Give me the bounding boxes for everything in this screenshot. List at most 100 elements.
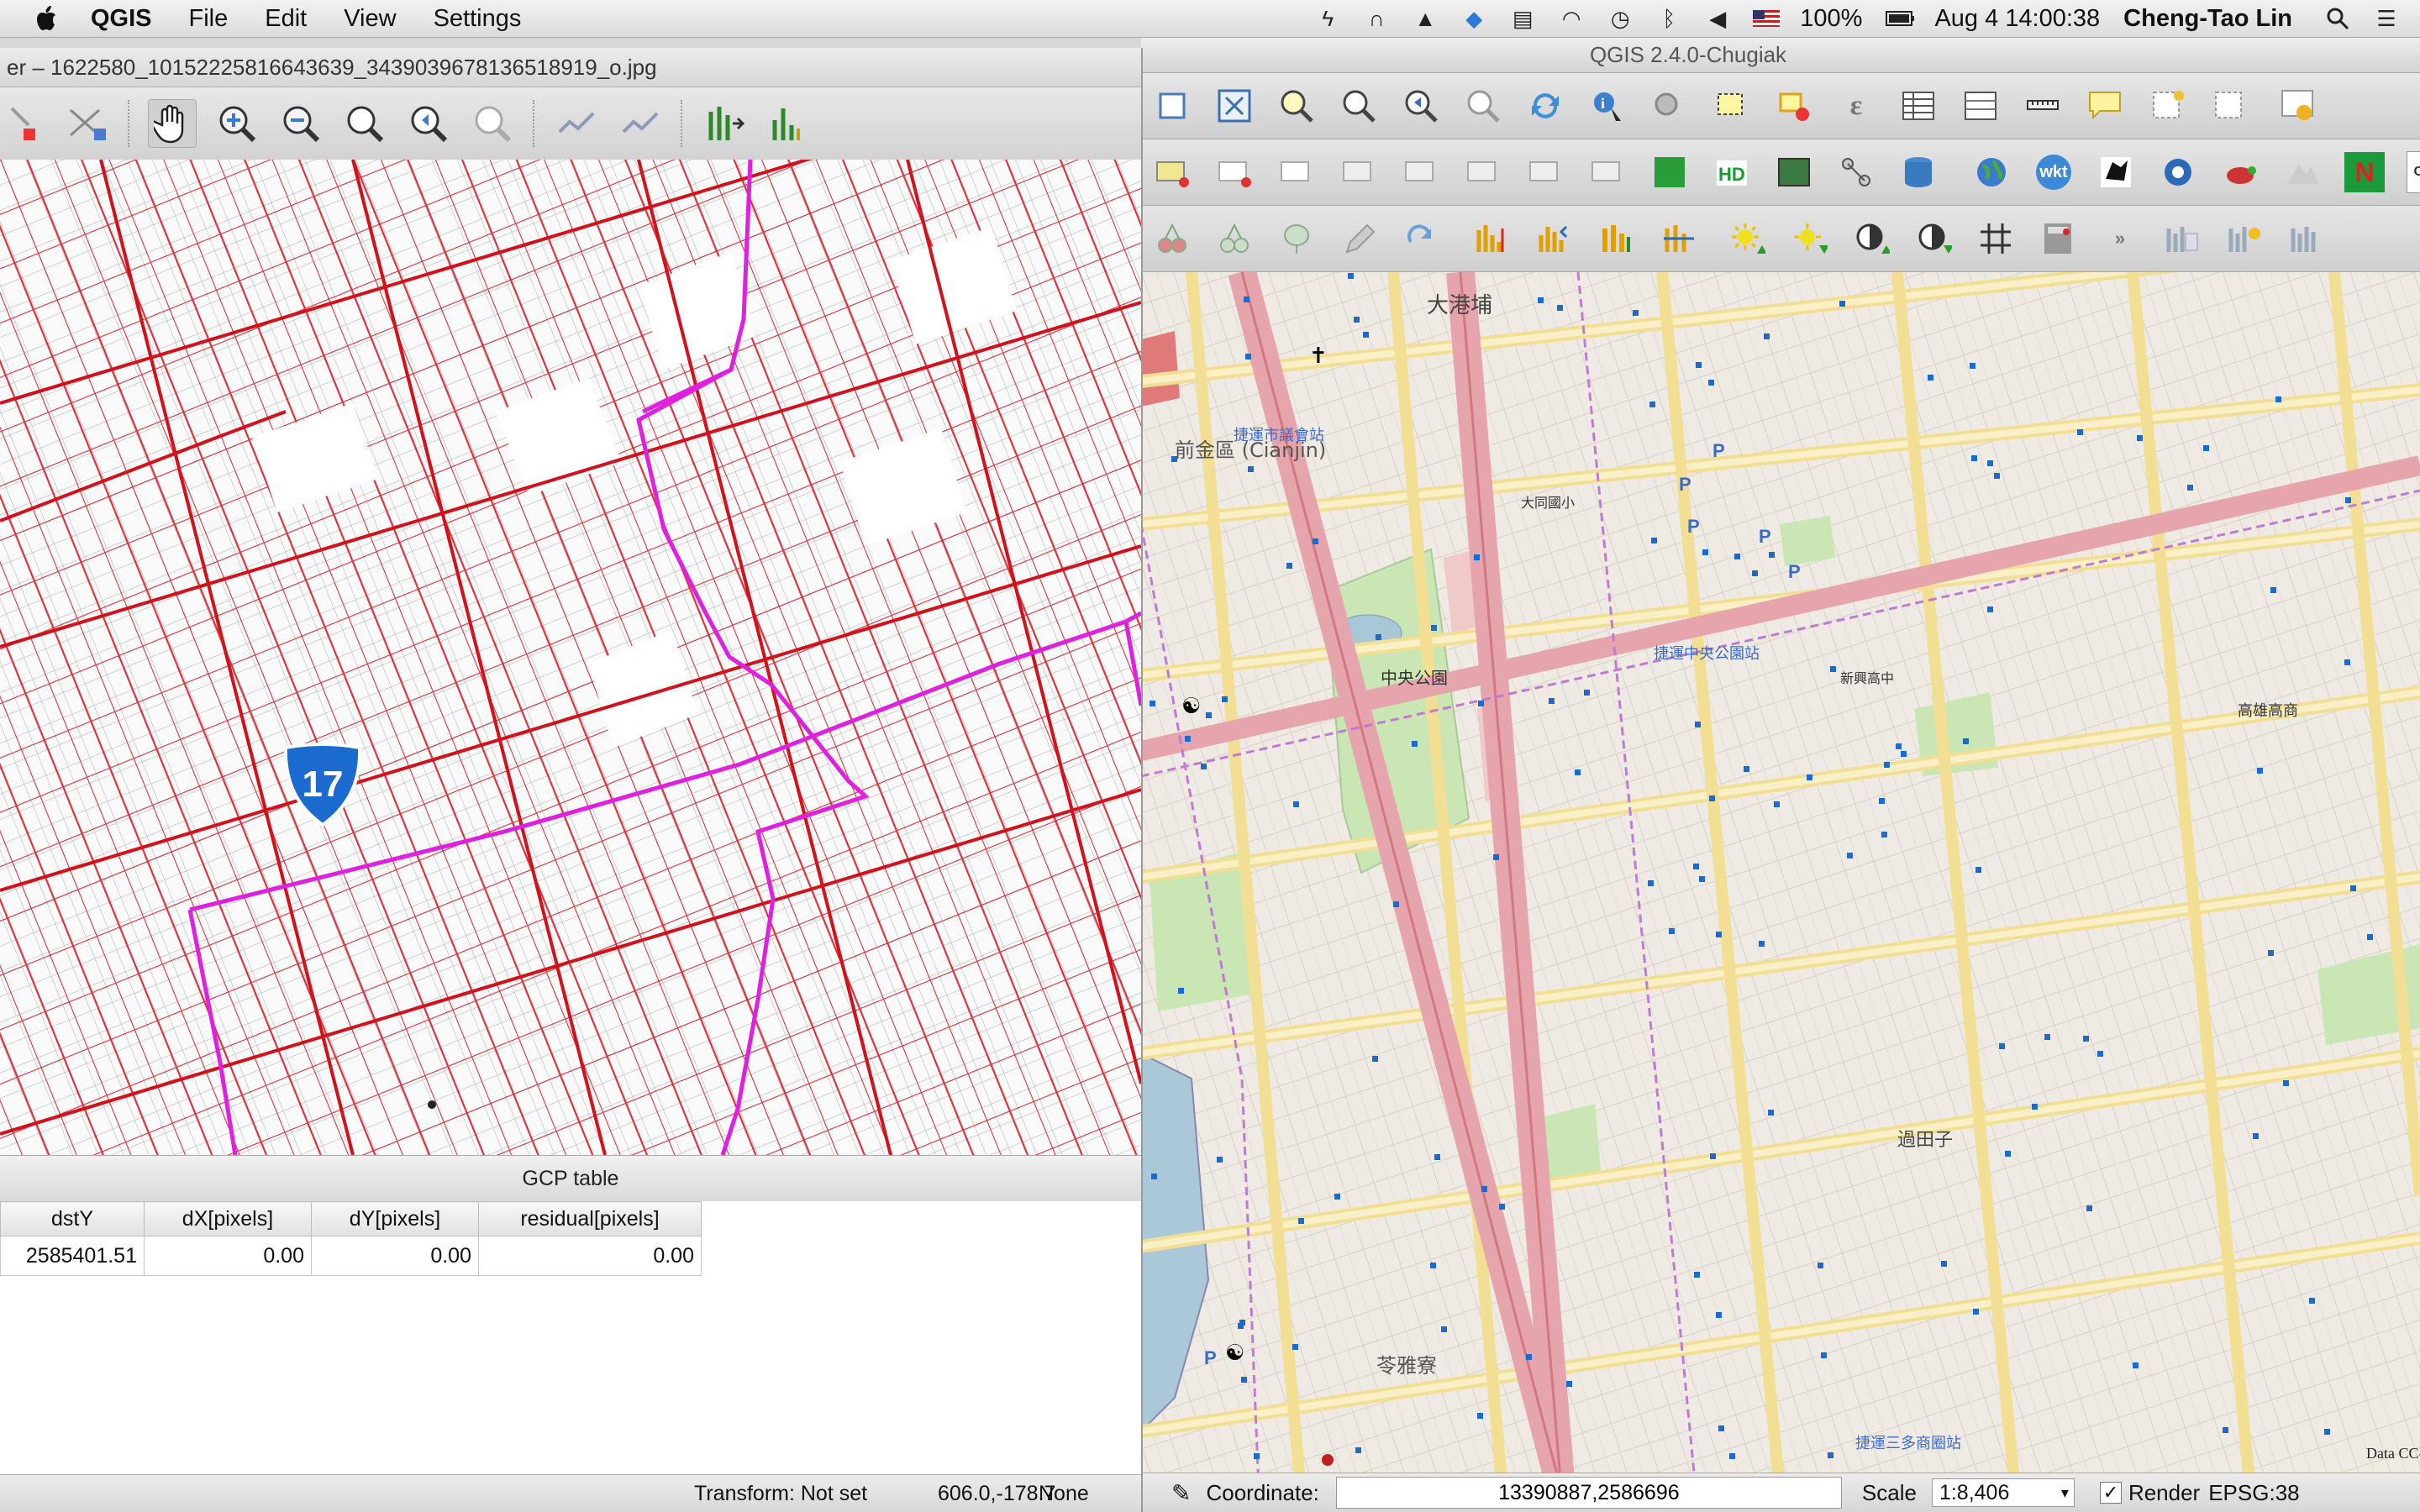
map-tips-icon[interactable] xyxy=(2085,86,2125,126)
menu-app-qgis[interactable]: QGIS xyxy=(91,5,152,33)
cell-residual[interactable]: 0.00 xyxy=(478,1236,702,1276)
battery-percent[interactable]: 100% xyxy=(1800,5,1862,33)
show-bookmarks-icon[interactable] xyxy=(2209,86,2249,126)
georeferencer-raster-canvas[interactable]: 17 xyxy=(0,160,1141,1155)
move-gcp-icon[interactable] xyxy=(64,100,111,147)
pin-labels-icon[interactable] xyxy=(1339,152,1379,192)
crs-status[interactable]: EPSG:38 xyxy=(2208,1480,2299,1506)
pan-to-selection-icon[interactable] xyxy=(1152,86,1192,126)
refresh-icon[interactable] xyxy=(1525,86,1565,126)
apple-icon[interactable] xyxy=(30,2,64,35)
column-header-residual[interactable]: residual[pixels] xyxy=(478,1201,702,1236)
notification-center-icon[interactable]: ☰ xyxy=(2371,6,2402,31)
menu-view[interactable]: View xyxy=(344,5,396,33)
zoom-next-icon[interactable] xyxy=(469,100,516,147)
flash-icon[interactable]: ϟ xyxy=(1313,6,1343,31)
full-histogram-stretch-icon[interactable] xyxy=(701,100,748,147)
zoom-full-icon[interactable] xyxy=(1214,86,1255,126)
column-header-dsty[interactable]: dstY xyxy=(0,1201,145,1236)
scanned-map-raster[interactable]: 17 xyxy=(0,160,1141,1155)
message-log-icon[interactable]: ✎ xyxy=(1171,1479,1191,1507)
plugin-green-layer-icon[interactable] xyxy=(1649,152,1690,192)
headphones-icon[interactable]: ∩ xyxy=(1361,6,1392,31)
measure-line-icon[interactable] xyxy=(2023,86,2063,126)
select-features-icon[interactable] xyxy=(1712,86,1752,126)
gcp-point-marker[interactable] xyxy=(428,1100,436,1109)
layer-stats-icon[interactable] xyxy=(2162,218,2202,259)
raster-calculator-icon[interactable] xyxy=(2038,218,2078,259)
menu-edit[interactable]: Edit xyxy=(265,5,307,33)
contrast-increase-icon[interactable] xyxy=(1851,218,1891,259)
bluetooth-icon[interactable]: ᛒ xyxy=(1654,6,1684,31)
local-histogram-stretch-icon[interactable] xyxy=(765,100,812,147)
clock[interactable]: Aug 4 14:00:38 xyxy=(1934,5,2100,33)
highlight-pinned-labels-icon[interactable] xyxy=(1276,152,1317,192)
cell-dsty[interactable]: 2585401.51 xyxy=(0,1236,145,1276)
balloon-icon[interactable] xyxy=(1276,218,1317,259)
coordinate-input[interactable] xyxy=(1335,1477,1842,1509)
table-row[interactable]: 2585401.51 0.00 0.00 0.00 xyxy=(0,1236,702,1276)
wifi-icon[interactable]: ◠ xyxy=(1556,6,1586,31)
brightness-decrease-icon[interactable] xyxy=(1789,218,1829,259)
volume-icon[interactable]: ◀ xyxy=(1702,6,1733,31)
identify-icon[interactable]: i xyxy=(1587,86,1628,126)
plugin-3d-icon[interactable]: HD xyxy=(1712,152,1752,192)
plugin-mountain-icon[interactable] xyxy=(2282,152,2323,192)
openstreetmap-basemap[interactable]: 大港埔 前金區 (Cianjin) 中央公園 捷運中央公園站 捷運市議會站 捷運… xyxy=(1141,272,2420,1490)
layer-stats-3-icon[interactable] xyxy=(2286,218,2327,259)
link-georeferencer-icon[interactable] xyxy=(553,100,600,147)
layer-labeling-icon[interactable] xyxy=(1214,152,1255,192)
expression-select-icon[interactable]: ε xyxy=(1836,86,1876,126)
time-machine-icon[interactable]: ◷ xyxy=(1605,6,1635,31)
contrast-decrease-icon[interactable] xyxy=(1913,218,1954,259)
pen-icon[interactable] xyxy=(1339,218,1379,259)
zoom-out-icon[interactable] xyxy=(277,100,324,147)
text-annotation-icon[interactable] xyxy=(2277,86,2317,126)
column-header-dx[interactable]: dX[pixels] xyxy=(144,1201,312,1236)
histogram-full-icon[interactable] xyxy=(1534,218,1575,259)
render-checkbox[interactable]: ✓ xyxy=(2099,1482,2122,1504)
plugin-csv-icon[interactable]: CSV xyxy=(2407,151,2420,193)
battery-icon[interactable] xyxy=(1886,6,1916,31)
zoom-in-icon[interactable] xyxy=(213,100,260,147)
zoom-last-icon[interactable] xyxy=(1401,86,1441,126)
plugin-gear-icon[interactable] xyxy=(2158,152,2198,192)
show-hide-labels-icon[interactable] xyxy=(1401,152,1441,192)
plugin-dark-icon[interactable] xyxy=(2096,152,2136,192)
move-label-icon[interactable] xyxy=(1463,152,1503,192)
spotlight-search-icon[interactable] xyxy=(2323,6,2353,31)
keyboard-icon[interactable]: ▤ xyxy=(1507,6,1538,31)
drive-icon[interactable]: ▲ xyxy=(1410,6,1440,31)
wkt-icon[interactable]: wkt xyxy=(2033,152,2074,192)
plugin-raster-icon[interactable] xyxy=(1774,152,1814,192)
change-label-icon[interactable] xyxy=(1587,152,1628,192)
plugin-turtle-icon[interactable] xyxy=(2220,152,2260,192)
grid-icon[interactable] xyxy=(1975,218,2016,259)
attribute-table-icon[interactable] xyxy=(1898,86,1939,126)
deselect-icon[interactable] xyxy=(1774,86,1814,126)
globe-icon[interactable] xyxy=(1971,152,2012,192)
pan-hand-icon[interactable] xyxy=(148,99,197,148)
stretch-histogram-full-icon[interactable] xyxy=(1659,218,1699,259)
stretch-histogram-icon[interactable] xyxy=(1597,218,1637,259)
zoom-to-selection-icon[interactable] xyxy=(1276,86,1317,126)
zoom-last-icon[interactable] xyxy=(405,100,452,147)
link-qgis-icon[interactable] xyxy=(617,100,664,147)
histogram-local-icon[interactable] xyxy=(1472,218,1512,259)
delete-point-icon[interactable] xyxy=(0,100,47,147)
cherry-pick-2-icon[interactable] xyxy=(1214,218,1255,259)
zoom-to-layer-icon[interactable] xyxy=(341,100,388,147)
layer-stats-2-icon[interactable] xyxy=(2224,218,2265,259)
brightness-increase-icon[interactable] xyxy=(1727,218,1767,259)
cherry-pick-icon[interactable] xyxy=(1152,218,1192,259)
zoom-to-layer-icon[interactable] xyxy=(1339,86,1379,126)
redo-icon[interactable] xyxy=(1401,218,1441,259)
scale-select[interactable]: 1:8,406 ▾ xyxy=(1931,1478,2075,1507)
us-flag-icon[interactable] xyxy=(1751,6,1781,31)
map-canvas[interactable]: 大港埔 前金區 (Cianjin) 中央公園 捷運中央公園站 捷運市議會站 捷運… xyxy=(1141,272,2420,1490)
cell-dy[interactable]: 0.00 xyxy=(311,1236,479,1276)
new-bookmark-icon[interactable] xyxy=(2147,86,2187,126)
cell-dx[interactable]: 0.00 xyxy=(144,1236,312,1276)
field-calculator-icon[interactable] xyxy=(1960,86,2001,126)
zoom-next-icon[interactable] xyxy=(1463,86,1503,126)
